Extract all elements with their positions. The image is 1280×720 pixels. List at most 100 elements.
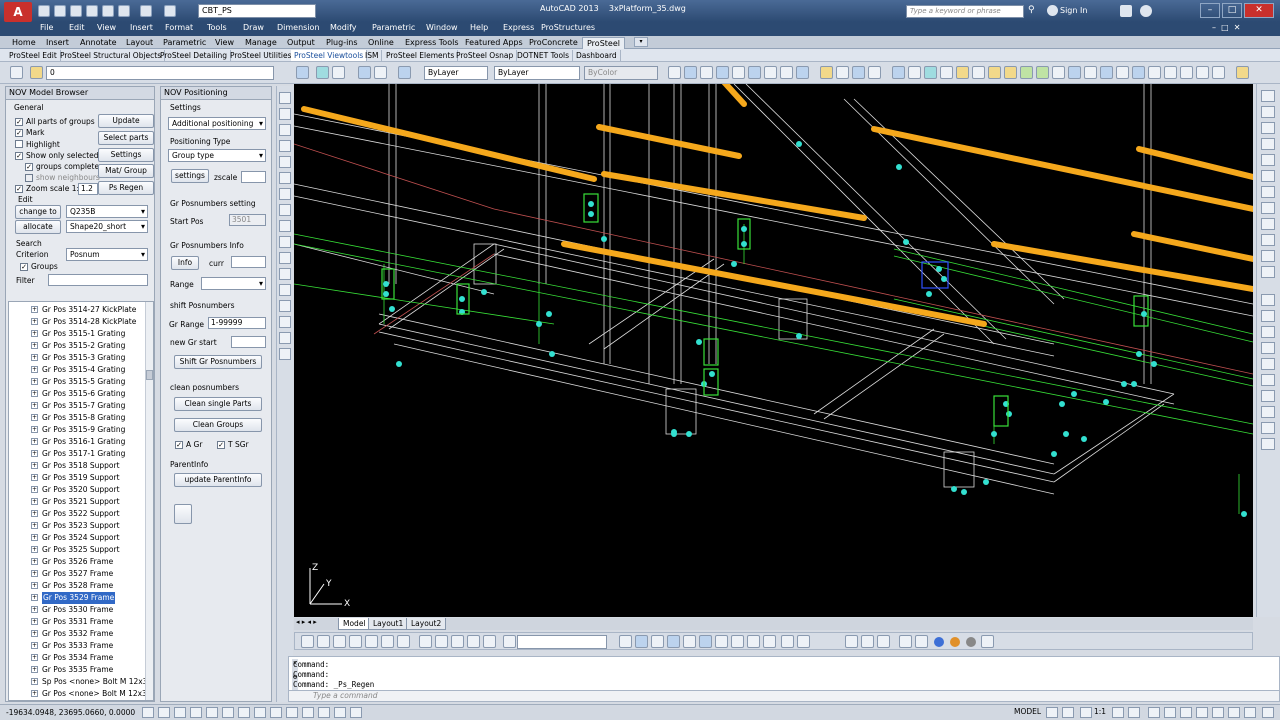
mirror-tool-icon[interactable] — [279, 220, 291, 232]
annotation-scale-icon[interactable] — [1080, 707, 1092, 718]
subtab-prosteel-edit[interactable]: ProSteel Edit — [6, 50, 61, 61]
prosteel-icon-13[interactable] — [1020, 66, 1033, 79]
ribbon-minimize-icon[interactable]: ▾ — [634, 37, 648, 47]
tab-featured-apps[interactable]: Featured Apps — [461, 37, 527, 49]
tree-item[interactable]: + Gr Pos 3515-9 Grating — [9, 424, 147, 436]
curr-input[interactable] — [231, 256, 266, 268]
expand-icon[interactable]: + — [31, 498, 38, 505]
snap-mode-icon[interactable] — [158, 707, 170, 718]
subtab-elements[interactable]: ProSteel Elements — [383, 50, 459, 61]
model-space-toggle[interactable]: MODEL — [1014, 707, 1041, 716]
autocad-logo-icon[interactable]: A — [4, 2, 32, 22]
menu-parametric[interactable]: Parametric — [372, 23, 415, 32]
right-tool-icon-12[interactable] — [1261, 266, 1275, 278]
shape-select[interactable]: Shape20_short — [66, 220, 148, 233]
expand-icon[interactable]: + — [31, 426, 38, 433]
visual-style-icon-1[interactable] — [845, 635, 858, 648]
menu-view[interactable]: View — [97, 23, 116, 32]
layout-nav-arrows[interactable]: ◂ ▸ ◂ ▸ — [296, 618, 317, 626]
menu-tools[interactable]: Tools — [207, 23, 227, 32]
tab-layout[interactable]: Layout — [122, 37, 157, 49]
help-search-input[interactable]: Type a keyword or phrase — [906, 5, 1024, 18]
menu-insert[interactable]: Insert — [130, 23, 153, 32]
copy-tool-icon[interactable] — [279, 204, 291, 216]
layer-select[interactable]: 0 — [46, 66, 274, 80]
infer-constraints-icon[interactable] — [142, 707, 154, 718]
break-tool-icon[interactable] — [279, 348, 291, 360]
tree-item[interactable]: + Gr Pos 3525 Support — [9, 544, 147, 556]
ucs-icon-12[interactable] — [797, 635, 810, 648]
right-tool-icon-8[interactable] — [1261, 202, 1275, 214]
prosteel-icon-11[interactable] — [988, 66, 1001, 79]
subtab-osnap[interactable]: ProSteel Osnap — [453, 50, 518, 61]
workspace-switch-icon[interactable] — [1148, 707, 1160, 718]
expand-icon[interactable]: + — [31, 402, 38, 409]
prosteel-icon-15[interactable] — [1052, 66, 1065, 79]
snap-icon-7[interactable] — [764, 66, 777, 79]
rectangle-tool-icon[interactable] — [279, 140, 291, 152]
tree-item[interactable]: + Gr Pos 3534 Frame — [9, 652, 147, 664]
clipboard-icon[interactable] — [174, 504, 192, 524]
expand-icon[interactable]: + — [31, 642, 38, 649]
open-file-icon[interactable] — [54, 5, 66, 17]
help-icon[interactable] — [1140, 5, 1152, 17]
mdi-window-controls[interactable]: – □ ✕ — [1212, 23, 1240, 32]
right-tool-icon-5[interactable] — [1261, 154, 1275, 166]
tab-insert[interactable]: Insert — [42, 37, 73, 49]
tree-item[interactable]: + Gr Pos 3531 Frame — [9, 616, 147, 628]
menu-format[interactable]: Format — [165, 23, 193, 32]
view-icon-6[interactable] — [381, 635, 394, 648]
ucs-icon-8[interactable] — [731, 635, 744, 648]
annotation-visibility-icon[interactable] — [1112, 707, 1124, 718]
plotstyle-select[interactable]: ByColor — [584, 66, 658, 80]
search-icon[interactable]: ⚲ — [1028, 5, 1040, 17]
subtab-detailing[interactable]: ProSteel Detailing — [157, 50, 231, 61]
all-parts-checkbox[interactable]: ✓ — [15, 118, 23, 126]
quick-view-layouts-icon[interactable] — [1046, 707, 1058, 718]
model-viewport[interactable]: X Y Z — [294, 84, 1253, 617]
clean-single-parts-button[interactable]: Clean single Parts — [174, 397, 262, 411]
polyline-tool-icon[interactable] — [279, 108, 291, 120]
prosteel-icon-19[interactable] — [1116, 66, 1129, 79]
tree-item[interactable]: + Gr Pos <none> Bolt M 12x30 I — [9, 688, 153, 700]
expand-icon[interactable]: + — [31, 546, 38, 553]
arc-tool-icon[interactable] — [279, 156, 291, 168]
right-tool-icon-9[interactable] — [1261, 218, 1275, 230]
prosteel-icon-6[interactable] — [908, 66, 921, 79]
tab-online[interactable]: Online — [364, 37, 398, 49]
tree-item[interactable]: + Gr Pos 3530 Frame — [9, 604, 147, 616]
mark-checkbox[interactable]: ✓ — [15, 129, 23, 137]
tab-layout2[interactable]: Layout2 — [406, 618, 447, 630]
line-tool-icon[interactable] — [279, 92, 291, 104]
menu-help[interactable]: Help — [470, 23, 488, 32]
linetype-select[interactable]: ByLayer — [424, 66, 488, 80]
right-tool-icon-13[interactable] — [1261, 294, 1275, 306]
new-gr-start-input[interactable] — [231, 336, 266, 348]
prosteel-icon-8[interactable] — [940, 66, 953, 79]
viewtools-iso-icon[interactable] — [374, 66, 387, 79]
expand-icon[interactable]: + — [31, 522, 38, 529]
offset-tool-icon[interactable] — [279, 236, 291, 248]
ucs-icon-4[interactable] — [667, 635, 680, 648]
zoom-scale-input[interactable]: 1.2 — [78, 183, 98, 195]
tab-view[interactable]: View — [211, 37, 238, 49]
material-select[interactable]: Q235B — [66, 205, 148, 218]
expand-icon[interactable]: + — [31, 390, 38, 397]
close-button[interactable]: ✕ — [1244, 3, 1274, 18]
positioning-type-select[interactable]: Group type — [168, 149, 266, 162]
expand-icon[interactable]: + — [31, 666, 38, 673]
move-tool-icon[interactable] — [279, 172, 291, 184]
scale-tool-icon[interactable] — [279, 284, 291, 296]
ucs-icon-7[interactable] — [715, 635, 728, 648]
tree-item[interactable]: + Gr Pos 3520 Support — [9, 484, 147, 496]
tree-item[interactable]: + Gr Pos 3524 Support — [9, 532, 147, 544]
prosteel-icon-21[interactable] — [1148, 66, 1161, 79]
menu-dimension[interactable]: Dimension — [277, 23, 320, 32]
snap-icon-4[interactable] — [716, 66, 729, 79]
snap-icon-5[interactable] — [732, 66, 745, 79]
menu-express[interactable]: Express — [503, 23, 534, 32]
isolate-objects-icon[interactable] — [1196, 707, 1208, 718]
tree-item[interactable]: + Gr Pos 3527 Frame — [9, 568, 147, 580]
prosteel-icon-14[interactable] — [1036, 66, 1049, 79]
tree-item[interactable]: + Sp Pos <none> Bolt M 12x30 I — [9, 676, 153, 688]
